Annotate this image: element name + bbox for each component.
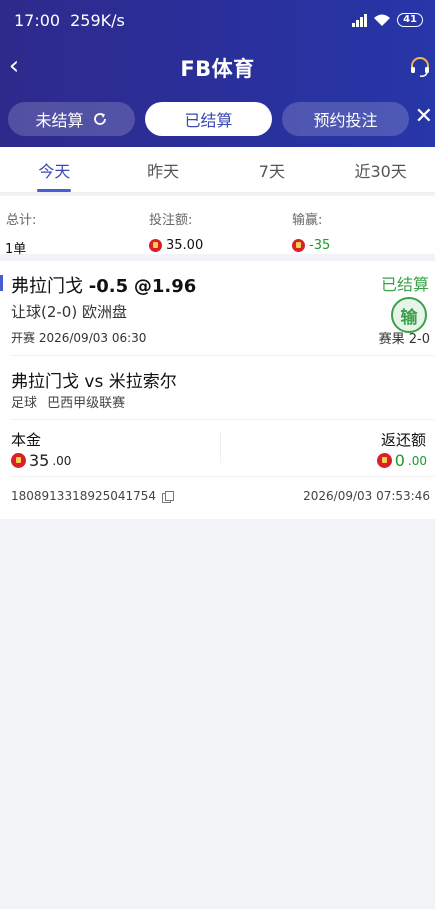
order-id: 1808913318925041754 <box>11 489 175 503</box>
return-int: 0 <box>394 451 405 470</box>
close-icon[interactable]: ✕ <box>415 104 433 129</box>
tab-settled[interactable]: 已结算 <box>145 102 272 136</box>
winloss-value: -35 <box>309 238 331 253</box>
bet-card[interactable]: 弗拉门戈 -0.5 @1.96 已结算 输 让球(2-0) 欧洲盘 开赛 202… <box>0 261 435 519</box>
network-speed: 259K/s <box>70 10 125 30</box>
order-time: 2026/09/03 07:53:46 <box>303 489 430 503</box>
tab-unsettled[interactable]: 未结算 <box>8 102 135 136</box>
kickoff-label: 开赛 <box>11 331 36 345</box>
order-id-value: 1808913318925041754 <box>11 489 157 503</box>
chevron-left-icon[interactable]: ‹ <box>4 52 24 80</box>
bet-odds: @1.96 <box>133 276 197 297</box>
divider <box>220 431 221 463</box>
principal-value: 35.00 <box>11 451 71 470</box>
refresh-icon[interactable] <box>92 111 108 127</box>
divider <box>11 419 435 420</box>
divider <box>11 476 435 477</box>
kickoff-value: 2026/09/03 06:30 <box>38 331 147 345</box>
bet-team: 弗拉门戈 <box>11 276 83 297</box>
cny-coin-icon <box>376 453 392 468</box>
match-name: 弗拉门戈 vs 米拉索尔 <box>11 372 177 392</box>
kickoff-time: 开赛 2026/09/03 06:30 <box>11 329 146 346</box>
tab-7days[interactable]: 7天 <box>218 147 327 192</box>
wifi-icon <box>374 14 391 26</box>
signal-icon <box>352 13 368 27</box>
date-filter-tabs: 今天 昨天 7天 近30天 <box>0 147 435 193</box>
header-bar: 17:00 259K/s 41 ‹ FB体育 未结算 已结算 预约投注 ✕ <box>0 0 435 147</box>
bet-status-tabs: 未结算 已结算 预约投注 ✕ <box>0 100 435 140</box>
sport-name: 足球 <box>11 396 38 411</box>
status-bar: 17:00 259K/s 41 <box>0 0 435 40</box>
return-label: 返还额 <box>380 431 426 449</box>
summary-bar: 总计: 1单 投注额: 35.00 输赢: -35 <box>0 196 435 257</box>
battery-icon: 41 <box>397 13 423 27</box>
cny-coin-icon <box>11 453 26 468</box>
headset-icon[interactable] <box>409 56 431 78</box>
status-time: 17:00 <box>14 10 61 30</box>
cny-coin-icon <box>149 239 162 252</box>
principal-dec: .00 <box>52 453 72 468</box>
result-label: 赛果 <box>378 332 405 347</box>
tab-yesterday[interactable]: 昨天 <box>109 147 218 192</box>
return-dec: .00 <box>407 453 427 468</box>
tab-reserved[interactable]: 预约投注 <box>282 102 409 136</box>
bet-selection: 弗拉门戈 -0.5 @1.96 <box>11 272 196 298</box>
page-title: FB体育 <box>180 56 255 81</box>
bet-status: 已结算 <box>380 275 429 294</box>
total-value: 1单 <box>5 242 27 257</box>
league-name: 巴西甲级联赛 <box>47 396 126 411</box>
bet-handicap: -0.5 <box>88 276 129 297</box>
winloss-label: 输赢: <box>292 213 323 228</box>
bet-market: 让球(2-0) 欧洲盘 <box>11 303 127 321</box>
cny-coin-icon <box>292 239 305 252</box>
tab-reserved-label: 预约投注 <box>313 111 378 130</box>
return-value: 0.00 <box>376 451 427 470</box>
divider <box>11 355 435 356</box>
match-result: 赛果 2-0 <box>379 328 430 347</box>
result-value: 2-0 <box>408 332 430 347</box>
tab-today[interactable]: 今天 <box>0 147 109 192</box>
principal-label: 本金 <box>11 431 42 449</box>
card-accent-bar <box>0 275 3 291</box>
stake-value: 35.00 <box>166 238 204 253</box>
league-info: 足球 巴西甲级联赛 <box>11 392 125 411</box>
principal-int: 35 <box>29 451 50 470</box>
stake-label: 投注额: <box>149 213 193 228</box>
tab-unsettled-label: 未结算 <box>35 111 84 130</box>
tab-30days[interactable]: 近30天 <box>326 147 435 192</box>
copy-icon[interactable] <box>162 490 175 503</box>
total-label: 总计: <box>6 213 37 228</box>
tab-settled-label: 已结算 <box>184 111 233 130</box>
